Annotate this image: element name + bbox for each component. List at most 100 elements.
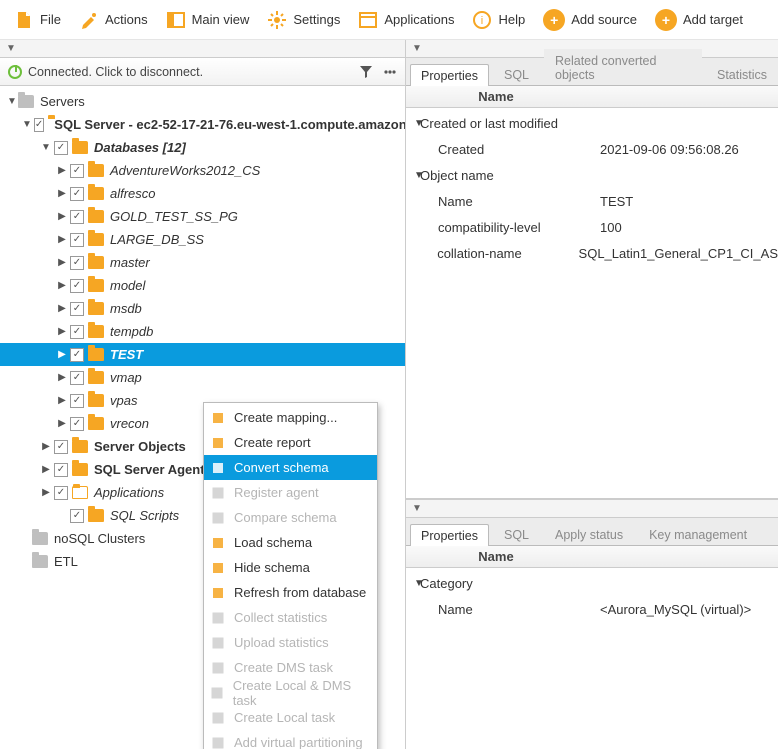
- folder-icon: [72, 463, 88, 476]
- connection-status[interactable]: Connected. Click to disconnect.: [28, 65, 203, 79]
- ctx-item-icon: [210, 610, 226, 626]
- folder-icon: [88, 164, 104, 177]
- ctx-item-icon: [210, 560, 226, 576]
- help-label: Help: [498, 12, 525, 27]
- folder-icon: [88, 302, 104, 315]
- prop-body-bottom: ▼ Category Name <Aurora_MySQL (virtual)>: [406, 568, 778, 749]
- tree-label: GOLD_TEST_SS_PG: [110, 209, 238, 224]
- applications-menu[interactable]: Applications: [350, 6, 462, 34]
- prop-group-object[interactable]: ▼ Object name: [406, 162, 778, 188]
- checkbox[interactable]: ✓: [70, 417, 84, 431]
- checkbox[interactable]: ✓: [70, 325, 84, 339]
- tab-apply-status[interactable]: Apply status: [544, 523, 634, 545]
- help-menu[interactable]: i Help: [464, 6, 533, 34]
- tree-db-item[interactable]: ▶✓LARGE_DB_SS: [0, 228, 405, 251]
- checkbox[interactable]: ✓: [54, 141, 68, 155]
- checkbox[interactable]: ✓: [70, 394, 84, 408]
- options-icon[interactable]: [383, 65, 397, 79]
- add-target-button[interactable]: + Add target: [647, 5, 751, 35]
- ctx-item: Collect statistics: [204, 605, 377, 630]
- file-menu[interactable]: File: [6, 6, 69, 34]
- prop-group-category[interactable]: ▼ Category: [406, 570, 778, 596]
- properties-panel-top: ▼ Properties SQL Related converted objec…: [406, 40, 778, 500]
- add-source-button[interactable]: + Add source: [535, 5, 645, 35]
- checkbox[interactable]: ✓: [70, 348, 84, 362]
- tree-db-item[interactable]: ▶✓AdventureWorks2012_CS: [0, 159, 405, 182]
- ctx-item: Compare schema: [204, 505, 377, 530]
- ctx-item[interactable]: Create report: [204, 430, 377, 455]
- tab-related[interactable]: Related converted objects: [544, 49, 702, 85]
- tree-label: master: [110, 255, 150, 270]
- tree-label: TEST: [110, 347, 143, 362]
- main-view-icon: [166, 10, 186, 30]
- tree-servers[interactable]: ▼ Servers: [0, 90, 405, 113]
- tab-sql-bottom[interactable]: SQL: [493, 523, 540, 545]
- add-source-label: Add source: [571, 12, 637, 27]
- ctx-item[interactable]: Hide schema: [204, 555, 377, 580]
- add-target-label: Add target: [683, 12, 743, 27]
- ctx-item[interactable]: Convert schema: [204, 455, 377, 480]
- ctx-item-label: Create DMS task: [234, 660, 333, 675]
- prop-group-created[interactable]: ▼ Created or last modified: [406, 110, 778, 136]
- checkbox[interactable]: ✓: [70, 210, 84, 224]
- tree-db-item[interactable]: ▶✓master: [0, 251, 405, 274]
- folder-icon: [88, 256, 104, 269]
- tree-db-item[interactable]: ▶✓vmap: [0, 366, 405, 389]
- properties-panel-bottom: ▼ Properties SQL Apply status Key manage…: [406, 500, 778, 749]
- tree-sqlserver[interactable]: ▼ ✓ SQL Server - ec2-52-17-21-76.eu-west…: [0, 113, 405, 136]
- checkbox[interactable]: ✓: [70, 302, 84, 316]
- tree-db-item[interactable]: ▶✓msdb: [0, 297, 405, 320]
- checkbox[interactable]: ✓: [70, 164, 84, 178]
- tree-label: Server Objects: [94, 439, 186, 454]
- tab-key-management[interactable]: Key management: [638, 523, 758, 545]
- checkbox[interactable]: ✓: [54, 440, 68, 454]
- ctx-item[interactable]: Load schema: [204, 530, 377, 555]
- tree-label: Databases [12]: [94, 140, 186, 155]
- folder-icon: [72, 440, 88, 453]
- checkbox[interactable]: ✓: [70, 256, 84, 270]
- actions-menu[interactable]: Actions: [71, 6, 156, 34]
- main-toolbar: File Actions Main view Settings Applicat…: [0, 0, 778, 40]
- tree-databases[interactable]: ▼ ✓ Databases [12]: [0, 136, 405, 159]
- tab-statistics[interactable]: Statistics: [706, 63, 778, 85]
- ctx-item: Create Local task: [204, 705, 377, 730]
- ctx-item-icon: [210, 735, 226, 749]
- checkbox[interactable]: ✓: [70, 279, 84, 293]
- ctx-item[interactable]: Create mapping...: [204, 405, 377, 430]
- checkbox[interactable]: ✓: [34, 118, 44, 132]
- prop-col-header: Name: [406, 86, 778, 108]
- tree-db-item[interactable]: ▶✓model: [0, 274, 405, 297]
- checkbox[interactable]: ✓: [70, 371, 84, 385]
- tree-db-item[interactable]: ▶✓tempdb: [0, 320, 405, 343]
- main-view-menu[interactable]: Main view: [158, 6, 258, 34]
- settings-menu[interactable]: Settings: [259, 6, 348, 34]
- prop-body-top: ▼ Created or last modified Created 2021-…: [406, 108, 778, 498]
- tab-properties[interactable]: Properties: [410, 64, 489, 86]
- folder-icon: [88, 325, 104, 338]
- ctx-item: Upload statistics: [204, 630, 377, 655]
- connection-bar: Connected. Click to disconnect.: [0, 58, 405, 86]
- right-pane: ▼ Properties SQL Related converted objec…: [406, 40, 778, 749]
- power-icon[interactable]: [8, 65, 22, 79]
- tab-sql[interactable]: SQL: [493, 63, 540, 85]
- ctx-item-icon: [210, 685, 225, 701]
- ctx-item[interactable]: Refresh from database: [204, 580, 377, 605]
- filter-icon[interactable]: [359, 65, 373, 79]
- checkbox[interactable]: ✓: [70, 187, 84, 201]
- tree-db-item[interactable]: ▶✓TEST: [0, 343, 405, 366]
- tree-db-item[interactable]: ▶✓alfresco: [0, 182, 405, 205]
- tree-db-item[interactable]: ▶✓GOLD_TEST_SS_PG: [0, 205, 405, 228]
- checkbox[interactable]: ✓: [70, 509, 84, 523]
- server-tree[interactable]: ▼ Servers ▼ ✓ SQL Server - ec2-52-17-21-…: [0, 86, 405, 749]
- ctx-item-label: Hide schema: [234, 560, 310, 575]
- tree-label: Servers: [40, 94, 85, 109]
- tab-properties-bottom[interactable]: Properties: [410, 524, 489, 546]
- right-bottom-grip[interactable]: ▼: [406, 500, 778, 518]
- checkbox[interactable]: ✓: [54, 463, 68, 477]
- checkbox[interactable]: ✓: [54, 486, 68, 500]
- ctx-item-icon: [210, 435, 226, 451]
- folder-icon: [72, 141, 88, 154]
- left-pane-grip[interactable]: ▼: [0, 40, 405, 58]
- checkbox[interactable]: ✓: [70, 233, 84, 247]
- tree-label: noSQL Clusters: [54, 531, 145, 546]
